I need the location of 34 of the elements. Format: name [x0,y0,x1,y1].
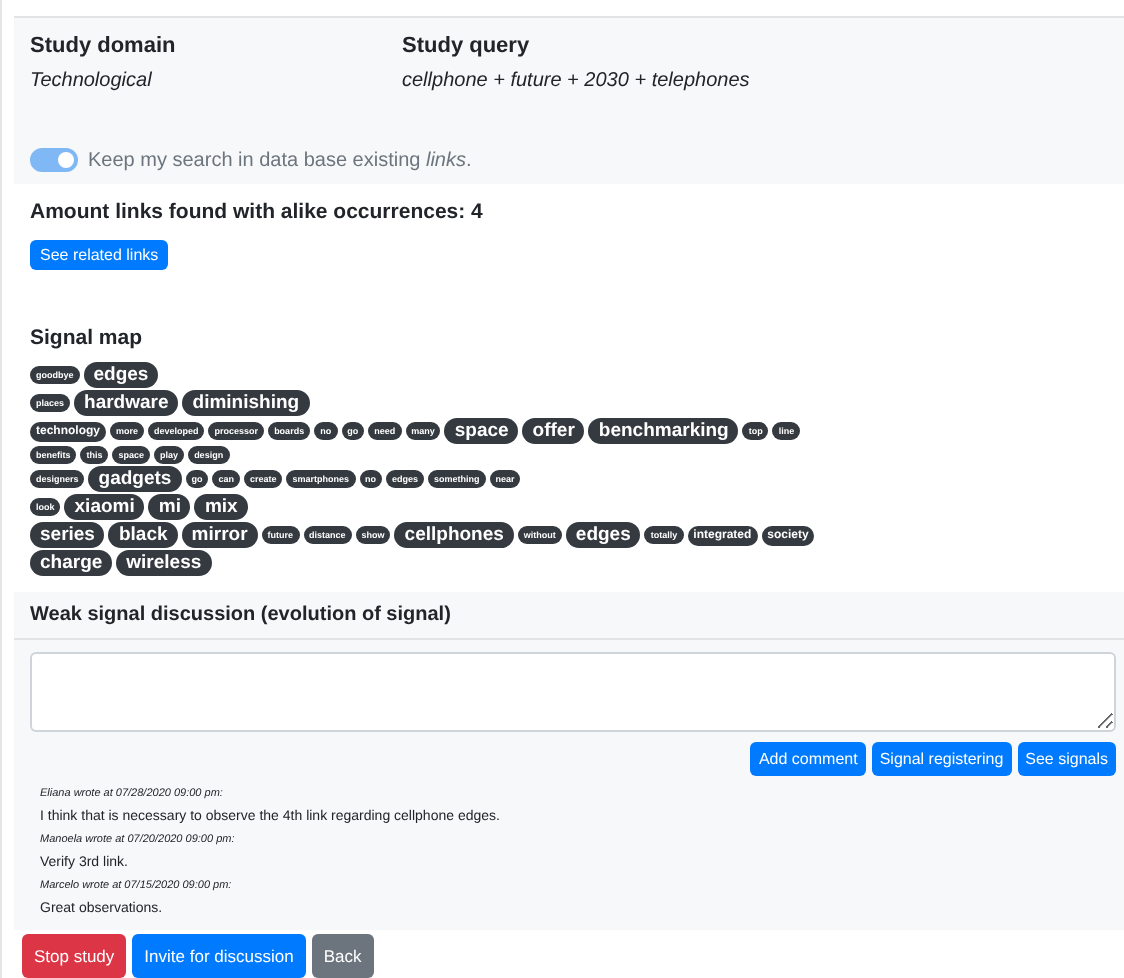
keyword-tag: xiaomi [64,494,145,520]
comment-field[interactable] [30,652,1116,732]
keyword-tag: charge [30,550,113,576]
toggle-label: Keep my search in data base existing links. [88,149,472,171]
toggle-switch[interactable] [30,148,78,172]
keyword-tag: space [444,418,519,444]
discussion-button[interactable]: Signal registering [871,742,1012,776]
keyword-tag: benchmarking [588,418,739,444]
see-related-links-button[interactable]: See related links [30,240,169,270]
action-button[interactable]: Invite for discussion [132,934,306,978]
keyword-tag: mix [194,494,248,520]
keyword-tag: diminishing [182,390,310,416]
field-label: Study query [402,34,532,58]
action-button[interactable]: Stop study [22,934,127,978]
field-label: Study domain [30,34,178,58]
keyword-tag: gadgets [88,466,182,492]
keyword-tag: cellphones [394,522,514,548]
keyword-tag: mirror [181,522,258,548]
keyword-tag: wireless [116,550,212,576]
keyword-tag: hardware [74,390,179,416]
keyword-tag: mi [148,494,191,520]
field-value: Technological [30,70,154,92]
field-value: cellphone + future + 2030 + telephones [402,70,752,92]
keyword-tag: edges [83,362,159,388]
keyword-tag: offer [522,418,585,444]
action-button[interactable]: Back [311,934,374,978]
amount-heading: Amount links found with alike occurrences: 4 [30,200,485,224]
discussion-title: Weak signal discussion (evolution of signal) [14,592,1124,640]
discussion-button[interactable]: Add comment [750,742,866,776]
keyword-tag: series [30,522,105,548]
signal-map-title: Signal map [30,326,145,350]
keyword-tag: black [108,522,178,548]
discussion-button[interactable]: See signals [1017,742,1116,776]
keyword-tag: edges [565,522,641,548]
